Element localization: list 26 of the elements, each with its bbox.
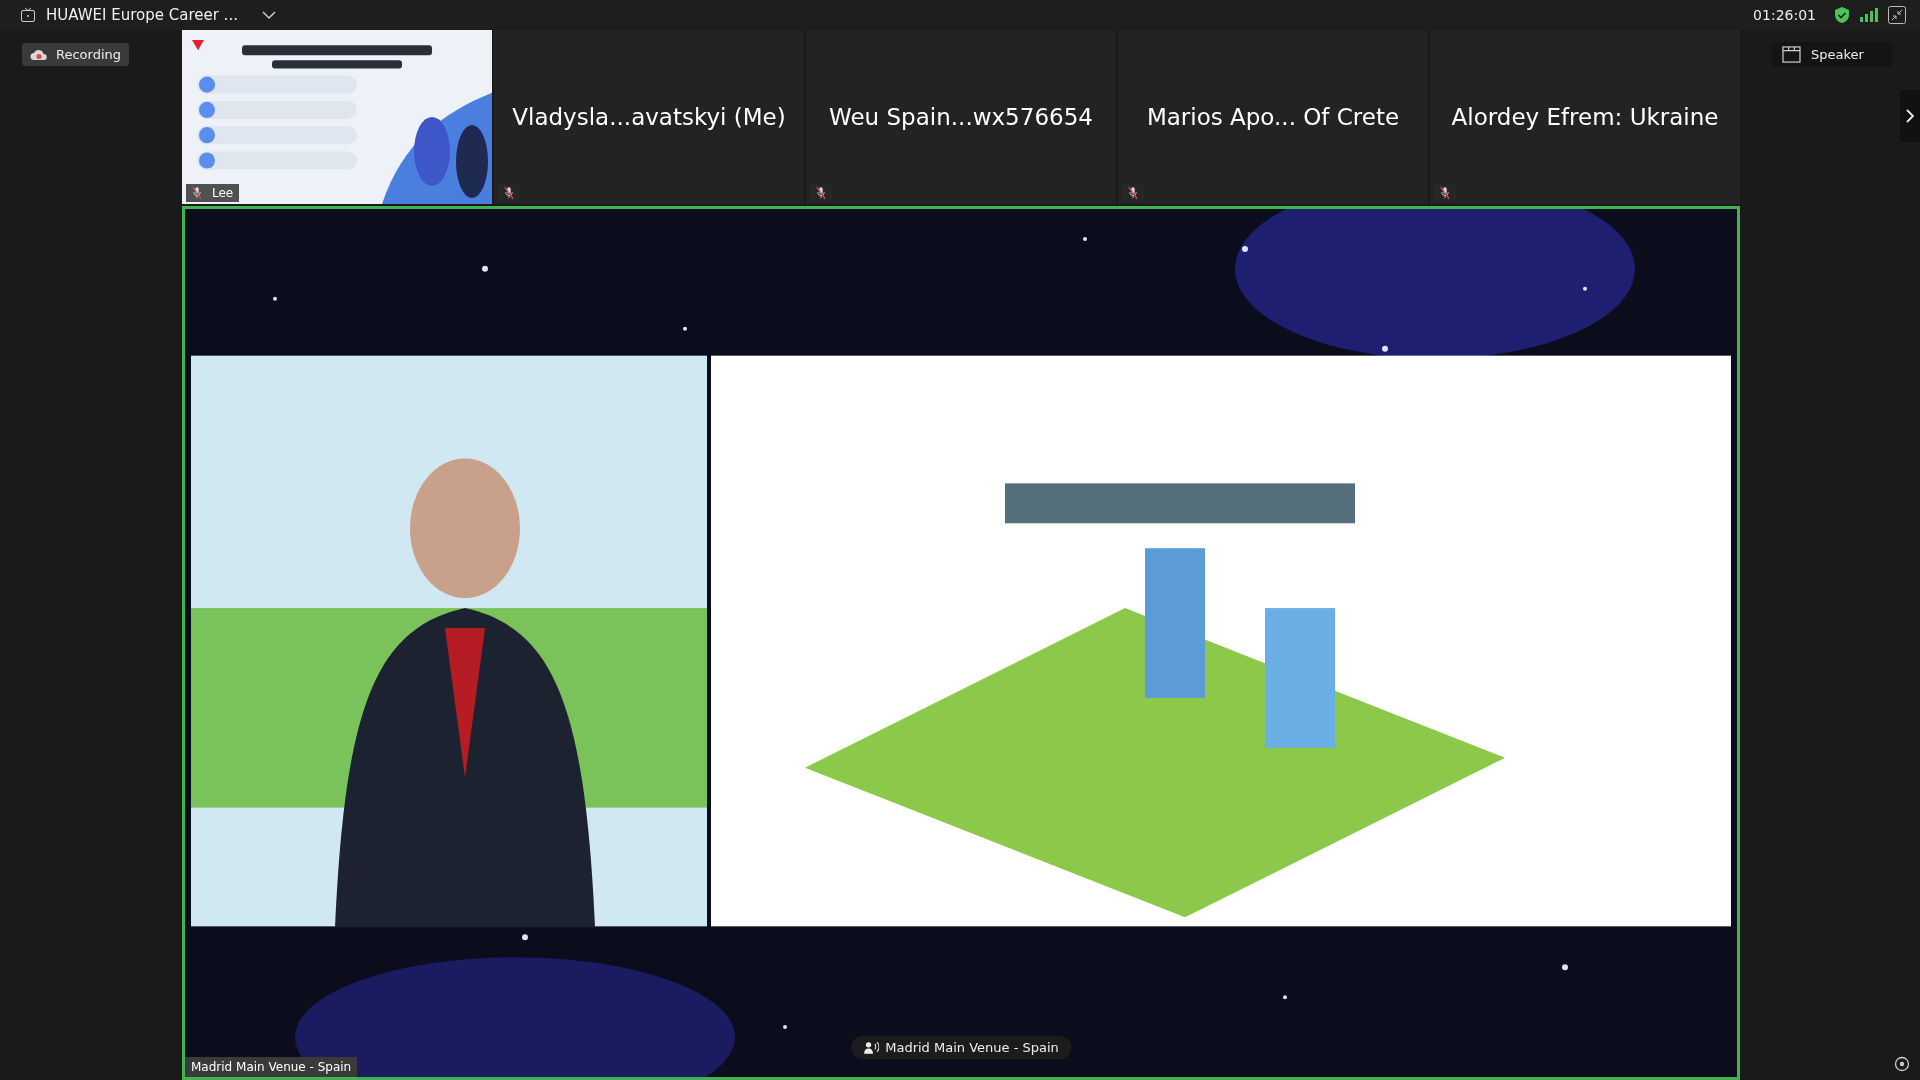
window-title: HUAWEI Europe Career ... — [46, 6, 238, 24]
participant-tile[interactable]: Vladysla...avatskyi (Me) — [494, 30, 804, 204]
next-page-button[interactable] — [1900, 90, 1920, 142]
chevron-down-icon[interactable] — [261, 10, 276, 20]
participant-name: Lee — [212, 186, 234, 200]
exit-fullscreen-icon[interactable] — [1888, 6, 1906, 24]
meeting-icon — [20, 7, 36, 23]
participant-name: Weu Spain...wx576654 — [829, 104, 1093, 130]
participant-tile[interactable]: Alordey Efrem: Ukraine — [1430, 30, 1740, 204]
signal-icon — [1860, 8, 1878, 22]
participant-name: Alordey Efrem: Ukraine — [1451, 104, 1719, 130]
participant-name: Vladysla...avatskyi (Me) — [512, 104, 786, 130]
gallery-layout-icon — [1782, 46, 1801, 63]
speaker-name: Madrid Main Venue - Spain — [885, 1040, 1059, 1055]
recording-label: Recording — [56, 47, 122, 62]
participant-name: Marios Apo... Of Crete — [1146, 104, 1400, 130]
participant-tile[interactable]: Weu Spain...wx576654 — [806, 30, 1116, 204]
meeting-timer: 01:26:01 — [1753, 7, 1816, 23]
shield-check-icon — [1834, 6, 1850, 24]
participant-tile[interactable]: Lee — [182, 30, 492, 204]
chevron-right-icon — [1906, 109, 1914, 123]
speaking-person-icon — [863, 1041, 880, 1054]
participant-tile[interactable]: Marios Apo... Of Crete — [1118, 30, 1428, 204]
view-mode-button[interactable]: Speaker — [1772, 42, 1892, 67]
video-name-label: Madrid Main Venue - Spain — [185, 1057, 358, 1077]
cloud-record-icon — [30, 48, 48, 61]
